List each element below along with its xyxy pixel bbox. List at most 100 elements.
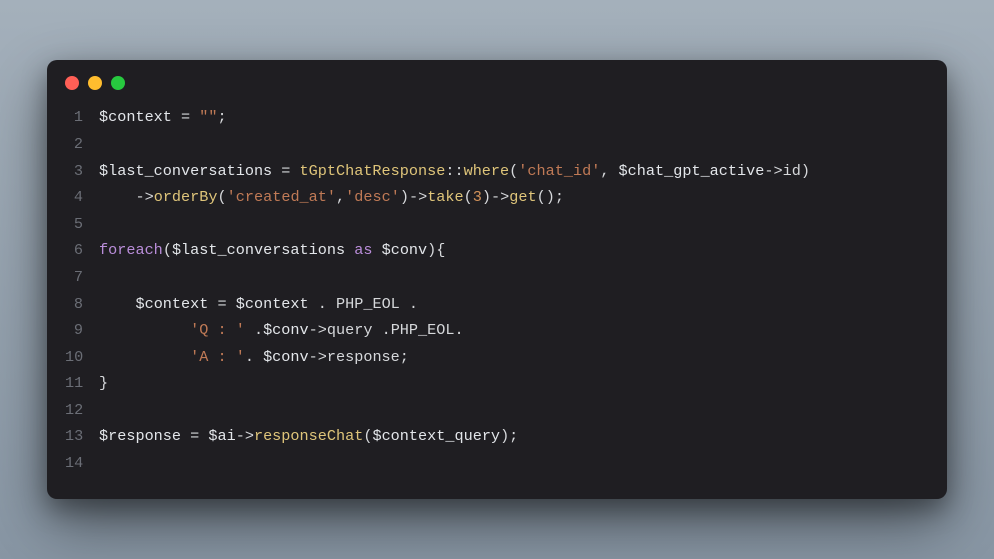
token-kw: as [354, 241, 372, 259]
token-var: $context_query [372, 427, 500, 445]
token-op: = [172, 108, 199, 126]
line-code[interactable]: $last_conversations = tGptChatResponse::… [99, 158, 929, 185]
line-number: 10 [65, 344, 99, 371]
token-punc [99, 348, 190, 366]
token-punc: ) [801, 162, 810, 180]
line-number: 2 [65, 131, 99, 158]
code-editor-window: 1$context = "";2 3$last_conversations = … [47, 60, 947, 498]
code-line[interactable]: 7 [65, 264, 929, 291]
token-var: $conv [263, 348, 309, 366]
line-number: 1 [65, 104, 99, 131]
line-code[interactable] [99, 131, 929, 158]
code-line[interactable]: 12 [65, 397, 929, 424]
token-punc: ( [464, 188, 473, 206]
token-var: $context [236, 295, 309, 313]
token-punc: , [600, 162, 618, 180]
line-code[interactable] [99, 450, 929, 477]
line-code[interactable]: ->orderBy('created_at','desc')->take(3)-… [99, 184, 929, 211]
token-var: $chat_gpt_active [619, 162, 765, 180]
token-num: 3 [473, 188, 482, 206]
token-prop: response [327, 348, 400, 366]
code-line[interactable]: 10 'A : '. $conv->response; [65, 344, 929, 371]
token-punc: ; [400, 348, 409, 366]
token-punc [99, 295, 135, 313]
token-arrow: -> [491, 188, 509, 206]
token-op: = [208, 295, 235, 313]
line-code[interactable]: foreach($last_conversations as $conv){ [99, 237, 929, 264]
line-number: 13 [65, 423, 99, 450]
line-number: 14 [65, 450, 99, 477]
code-line[interactable]: 3$last_conversations = tGptChatResponse:… [65, 158, 929, 185]
code-line[interactable]: 5 [65, 211, 929, 238]
line-code[interactable]: 'Q : ' .$conv->query .PHP_EOL. [99, 317, 929, 344]
token-prop: id [783, 162, 801, 180]
line-code[interactable] [99, 397, 929, 424]
code-line[interactable]: 11} [65, 370, 929, 397]
line-code[interactable]: 'A : '. $conv->response; [99, 344, 929, 371]
line-number: 9 [65, 317, 99, 344]
token-str: 'A : ' [190, 348, 245, 366]
minimize-icon[interactable] [88, 76, 102, 90]
line-code[interactable]: } [99, 370, 929, 397]
token-str: 'Q : ' [190, 321, 245, 339]
token-op: = [272, 162, 299, 180]
code-editor[interactable]: 1$context = "";2 3$last_conversations = … [47, 96, 947, 498]
token-str: 'created_at' [227, 188, 336, 206]
line-number: 4 [65, 184, 99, 211]
code-line[interactable]: 1$context = ""; [65, 104, 929, 131]
token-var: $conv [382, 241, 428, 259]
token-op: . [245, 348, 263, 366]
token-var: $context [99, 108, 172, 126]
token-punc: , [336, 188, 345, 206]
close-icon[interactable] [65, 76, 79, 90]
line-number: 6 [65, 237, 99, 264]
line-code[interactable]: $context = $context . PHP_EOL . [99, 291, 929, 318]
zoom-icon[interactable] [111, 76, 125, 90]
token-punc: ){ [427, 241, 445, 259]
token-punc [99, 321, 190, 339]
code-line[interactable]: 6foreach($last_conversations as $conv){ [65, 237, 929, 264]
token-var: $response [99, 427, 181, 445]
token-call: where [464, 162, 510, 180]
token-str: "" [199, 108, 217, 126]
token-call: take [427, 188, 463, 206]
token-punc: ( [163, 241, 172, 259]
token-call: orderBy [154, 188, 218, 206]
line-number: 5 [65, 211, 99, 238]
token-op: . [245, 321, 263, 339]
token-punc: ( [509, 162, 518, 180]
token-class: tGptChatResponse [300, 162, 446, 180]
line-number: 7 [65, 264, 99, 291]
token-op: . [455, 321, 464, 339]
token-punc: ); [500, 427, 518, 445]
line-code[interactable] [99, 211, 929, 238]
token-op: . [309, 295, 336, 313]
token-call: get [509, 188, 536, 206]
token-arrow: -> [309, 348, 327, 366]
token-kw: foreach [99, 241, 163, 259]
code-line[interactable]: 2 [65, 131, 929, 158]
line-code[interactable]: $response = $ai->responseChat($context_q… [99, 423, 929, 450]
token-punc: ) [482, 188, 491, 206]
line-code[interactable] [99, 264, 929, 291]
token-punc [372, 241, 381, 259]
token-op: = [181, 427, 208, 445]
code-line[interactable]: 9 'Q : ' .$conv->query .PHP_EOL. [65, 317, 929, 344]
code-line[interactable]: 8 $context = $context . PHP_EOL . [65, 291, 929, 318]
code-line[interactable]: 14 [65, 450, 929, 477]
token-arrow: -> [764, 162, 782, 180]
line-number: 8 [65, 291, 99, 318]
token-punc: } [99, 374, 108, 392]
token-str: 'chat_id' [518, 162, 600, 180]
token-var: $last_conversations [172, 241, 345, 259]
token-punc: (); [537, 188, 564, 206]
token-const: PHP_EOL [336, 295, 400, 313]
code-line[interactable]: 4 ->orderBy('created_at','desc')->take(3… [65, 184, 929, 211]
line-code[interactable]: $context = ""; [99, 104, 929, 131]
token-punc: ; [218, 108, 227, 126]
token-var: $ai [208, 427, 235, 445]
token-arrow: -> [309, 321, 327, 339]
code-line[interactable]: 13$response = $ai->responseChat($context… [65, 423, 929, 450]
token-op: :: [445, 162, 463, 180]
token-str: 'desc' [345, 188, 400, 206]
